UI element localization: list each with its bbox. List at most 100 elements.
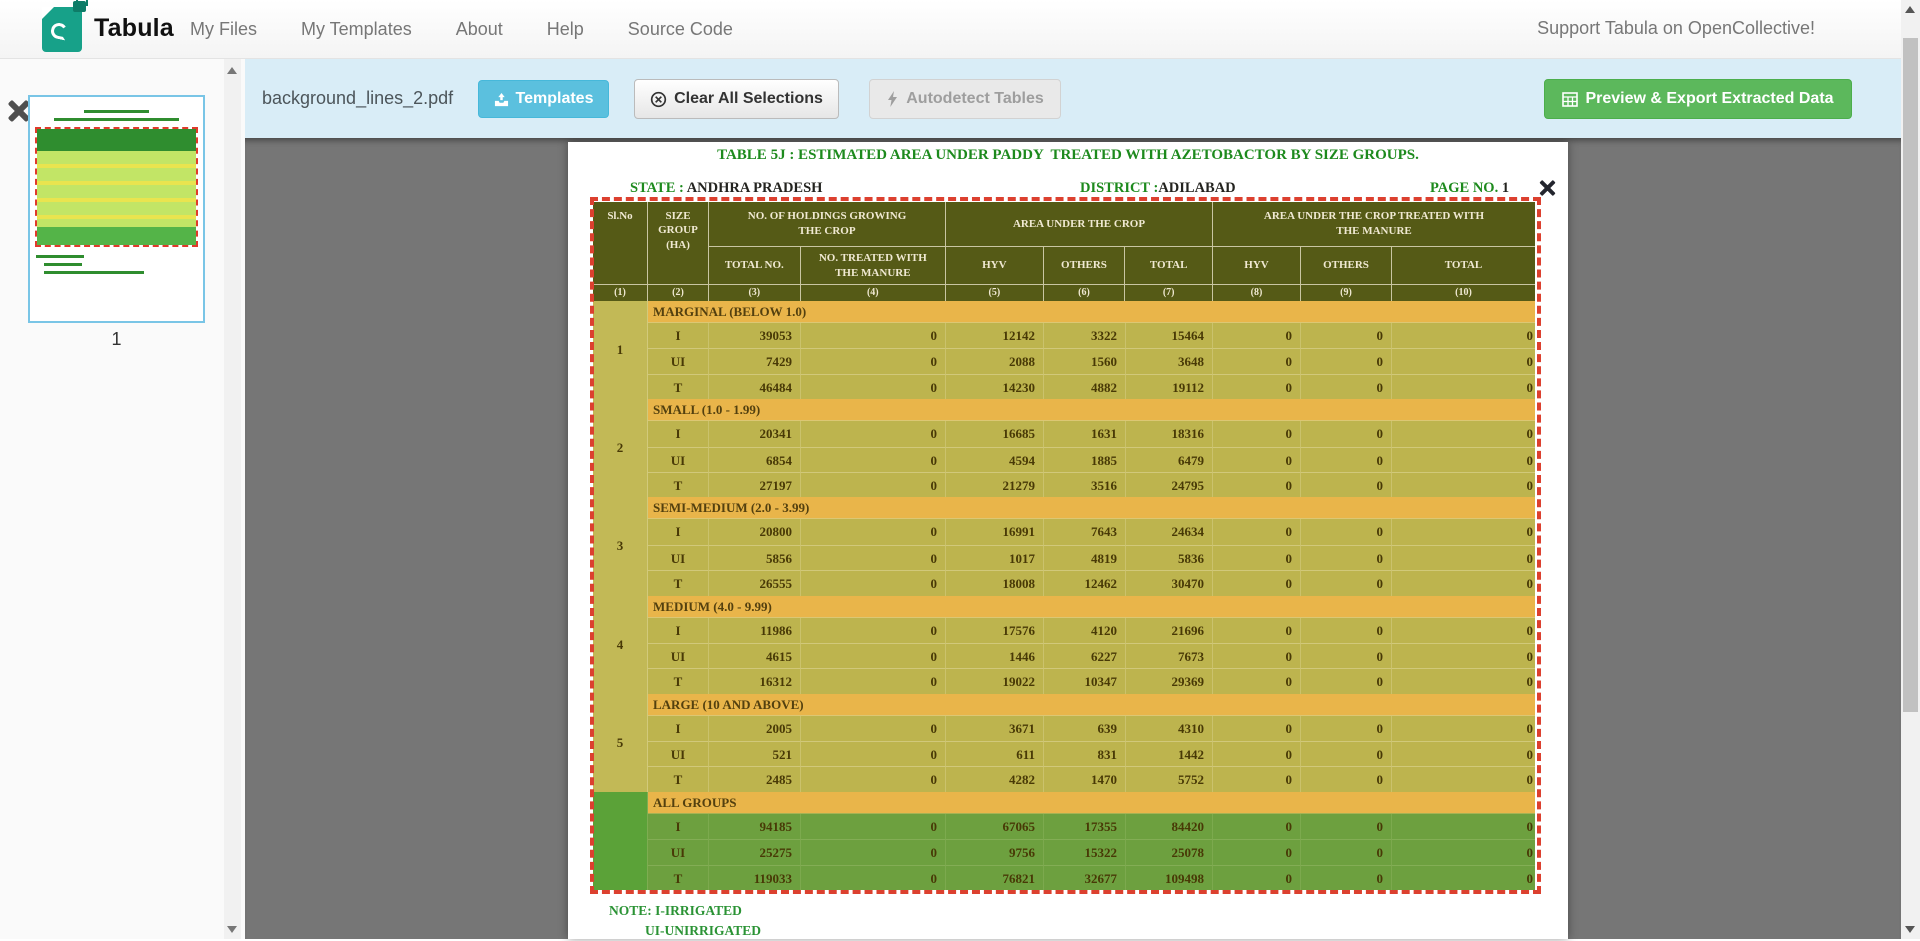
table-cell: 4310: [1126, 716, 1213, 741]
circle-x-icon: [650, 91, 667, 108]
table-cell: 0: [1301, 643, 1392, 668]
table-cell: 0: [1392, 570, 1535, 595]
nav-about[interactable]: About: [456, 19, 503, 40]
sidebar-scrollbar[interactable]: [224, 59, 241, 939]
table-cell: 0: [1213, 865, 1301, 890]
preview-export-button[interactable]: Preview & Export Extracted Data: [1544, 79, 1852, 119]
table-cell: I: [648, 716, 709, 741]
table-cell: 0: [1392, 741, 1535, 766]
table-cell: 21279: [946, 472, 1044, 497]
table-cell: 0: [1392, 374, 1535, 399]
table-cell: 0: [1213, 545, 1301, 570]
table-row: T27197021279351624795000: [648, 472, 1535, 497]
table-cell: 0: [1301, 570, 1392, 595]
table-cell: 521: [709, 741, 801, 766]
table-cell: 94185: [709, 814, 801, 839]
table-cell: 1017: [946, 545, 1044, 570]
table-cell: 24795: [1126, 472, 1213, 497]
header-area: AREA UNDER THE CROP HYV OTHERS TOTAL (5)…: [946, 202, 1213, 301]
pdf-table: Sl.No (1) SIZE GROUP (HA) (2) NO. OF HOL…: [593, 202, 1535, 890]
support-link[interactable]: Support Tabula on OpenCollective!: [1537, 0, 1815, 57]
group-label: MEDIUM (4.0 - 9.99): [648, 596, 1535, 618]
table-cell: 0: [1392, 323, 1535, 348]
table-cell: 611: [946, 741, 1044, 766]
tabula-logo-icon: [42, 7, 82, 52]
table-row: T163120190221034729369000: [648, 668, 1535, 693]
table-row: UI74290208815603648000: [648, 348, 1535, 373]
table-cell: 12462: [1044, 570, 1126, 595]
table-cell: 0: [1301, 865, 1392, 890]
table-cell: 25275: [709, 839, 801, 864]
table-cell: 26555: [709, 570, 801, 595]
table-cell: UI: [648, 839, 709, 864]
page-thumbnail[interactable]: [28, 95, 205, 323]
table-cell: 0: [1392, 348, 1535, 373]
group-label: SEMI-MEDIUM (2.0 - 3.99): [648, 497, 1535, 519]
scroll-down-icon[interactable]: [227, 926, 237, 933]
table-cell: 119033: [709, 865, 801, 890]
scroll-down-icon[interactable]: [1905, 926, 1915, 933]
delete-selection-button[interactable]: [1539, 179, 1556, 196]
group-slno: 1: [593, 301, 648, 399]
table-cell: 0: [1301, 421, 1392, 446]
table-cell: 76821: [946, 865, 1044, 890]
table-cell: 12142: [946, 323, 1044, 348]
table-cell: 0: [1301, 545, 1392, 570]
table-cell: 17576: [946, 618, 1044, 643]
table-cell: 0: [1392, 447, 1535, 472]
nav-my-files[interactable]: My Files: [190, 19, 257, 40]
table-row: T24850428214705752000: [648, 766, 1535, 791]
tray-upload-icon: [494, 92, 509, 107]
table-cell: 0: [1392, 519, 1535, 544]
table-cell: 0: [1392, 766, 1535, 791]
header-slno: Sl.No (1): [593, 202, 648, 301]
table-cell: UI: [648, 348, 709, 373]
scrollbar-thumb[interactable]: [1903, 38, 1918, 712]
table-cell: 0: [1301, 472, 1392, 497]
table-cell: 0: [1392, 814, 1535, 839]
table-cell: 6479: [1126, 447, 1213, 472]
table-cell: 0: [1213, 421, 1301, 446]
scroll-up-icon[interactable]: [227, 67, 237, 74]
table-cell: 0: [1392, 618, 1535, 643]
table-cell: 0: [801, 668, 946, 693]
table-cell: 0: [1301, 323, 1392, 348]
table-cell: 0: [801, 643, 946, 668]
table-cell: 1470: [1044, 766, 1126, 791]
table-row: UI52106118311442000: [648, 741, 1535, 766]
clear-all-selections-button[interactable]: Clear All Selections: [634, 79, 839, 119]
autodetect-tables-button[interactable]: Autodetect Tables: [869, 79, 1061, 119]
pdf-doc-title: TABLE 5J : ESTIMATED AREA UNDER PADDY TR…: [568, 147, 1568, 164]
pdf-page[interactable]: TABLE 5J : ESTIMATED AREA UNDER PADDY TR…: [568, 142, 1568, 939]
table-row: I941850670651735584420000: [648, 814, 1535, 839]
table-cell: 15464: [1126, 323, 1213, 348]
table-cell: 0: [801, 865, 946, 890]
lightning-icon: [886, 91, 899, 107]
nav-help[interactable]: Help: [547, 19, 584, 40]
table-cell: 24634: [1126, 519, 1213, 544]
group-label: MARGINAL (BELOW 1.0): [648, 301, 1535, 323]
table-cell: 20341: [709, 421, 801, 446]
table-row: I11986017576412021696000: [648, 618, 1535, 643]
table-cell: 0: [801, 618, 946, 643]
table-header: Sl.No (1) SIZE GROUP (HA) (2) NO. OF HOL…: [593, 202, 1535, 301]
table-cell: 0: [1213, 741, 1301, 766]
nav-source-code[interactable]: Source Code: [628, 19, 733, 40]
templates-button[interactable]: Templates: [478, 80, 609, 118]
table-cell: 0: [801, 348, 946, 373]
navbar-menu: My Files My Templates About Help Source …: [190, 0, 733, 59]
table-group: 1MARGINAL (BELOW 1.0)I390530121423322154…: [593, 301, 1535, 399]
table-cell: I: [648, 814, 709, 839]
page-scrollbar[interactable]: [1901, 0, 1920, 939]
table-cell: 0: [1301, 741, 1392, 766]
table-cell: 0: [1392, 421, 1535, 446]
nav-my-templates[interactable]: My Templates: [301, 19, 412, 40]
table-row: T265550180081246230470000: [648, 570, 1535, 595]
table-cell: 2005: [709, 716, 801, 741]
scroll-up-icon[interactable]: [1905, 6, 1915, 13]
table-cell: 0: [1301, 519, 1392, 544]
table-cell: 1446: [946, 643, 1044, 668]
table-cell: 6854: [709, 447, 801, 472]
table-cell: 0: [1392, 545, 1535, 570]
thumbnail-table-preview: [35, 127, 198, 247]
